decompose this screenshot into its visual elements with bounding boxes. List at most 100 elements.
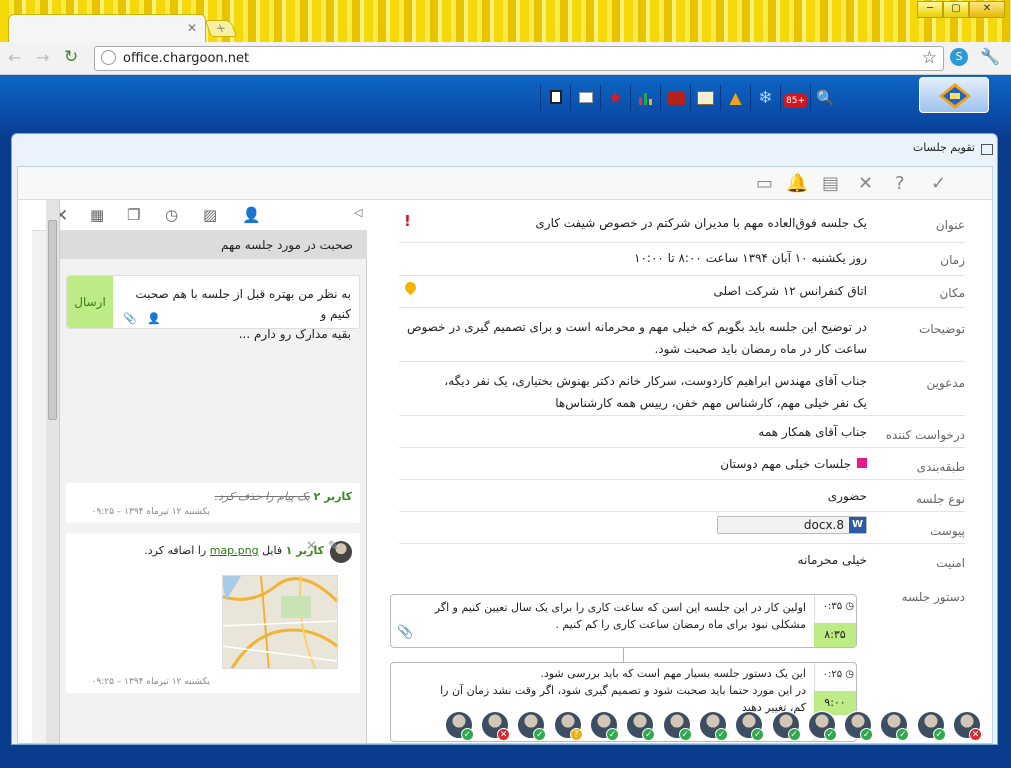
type-row: نوع جلسه حضوری [399,480,965,512]
calendar-icon[interactable]: ▦ [90,206,104,224]
agenda-item[interactable]: ◷ ۰:۳۵ ۸:۳۵ اولین کار در این جلسه این اس… [390,594,857,648]
security-value: خیلی محرمانه [797,553,867,567]
bookmark-star-icon[interactable]: ☆ [922,48,937,68]
minimize-button[interactable]: ─ [917,1,943,18]
new-tab-button[interactable]: + [204,20,238,37]
description-line: ساعت کار در ماه رمضان باید صحبت شود. [654,342,867,356]
bell-icon[interactable]: 🔔 [786,173,808,194]
attendee-avatar[interactable]: ✓ [844,711,874,741]
favorite-star-icon[interactable]: ★ [600,85,630,111]
maximize-button[interactable]: ▢ [943,1,969,18]
windows-icon[interactable] [570,85,600,111]
logout-icon[interactable] [540,85,570,111]
attendee-avatar[interactable]: ✓ [735,711,765,741]
attendee-avatar[interactable]: ✓ [880,711,910,741]
attendee-avatar[interactable]: ✓ [807,711,837,741]
attach-icon[interactable]: 📎 [397,625,413,640]
attendee-status-ok-icon: ✓ [932,728,946,741]
document-icon[interactable]: ▤ [822,173,839,194]
clock-icon: ◷ [845,669,854,680]
mention-user-icon[interactable]: 👤 [147,312,161,325]
attendee-avatar[interactable]: ? [553,711,583,741]
agenda-label: دستور جلسه [901,590,965,604]
agenda-text: مشکلی نبود برای ماه رمضان ساعت کاری را ک… [555,618,806,631]
delete-icon[interactable]: ✕ [306,539,317,554]
attendee-avatar[interactable]: ✓ [662,711,692,741]
attendee-avatar[interactable]: ✓ [517,711,547,741]
attendee-avatar[interactable]: ✓ [444,711,474,741]
invitees-line: جناب آقای مهندس ابراهیم کاردوست، سرکار خ… [444,374,867,388]
message-text: را اضافه کرد. [144,544,207,557]
search-icon[interactable]: 🔍 [810,85,840,111]
time-value: روز یکشنبه ۱۰ آبان ۱۳۹۴ ساعت ۸:۰۰ تا ۱۰:… [634,251,867,265]
map-image[interactable] [222,575,338,669]
attachment-row: پیوست W docx.8 [399,512,965,544]
time-row: زمان روز یکشنبه ۱۰ آبان ۱۳۹۴ ساعت ۸:۰۰ ت… [399,243,965,276]
message-user[interactable]: کاربر ۱ [286,544,324,557]
contacts-book-icon[interactable] [690,85,720,111]
message-text: یک پیام را حذف کرد. [214,490,311,503]
attendee-avatar[interactable]: ✓ [698,711,728,741]
meetings-window: تقویم جلسات ▭ 🔔 ▤ ✕ ? ✓ ✕ ▦ ❐ ◷ ▨ 👤 ◁ صح… [11,133,998,745]
back-arrow-icon[interactable]: ← [8,48,21,67]
attach-icon[interactable]: 📎 [123,312,137,325]
chart-icon[interactable]: ▨ [203,206,217,224]
place-value: اتاق کنفرانس ۱۲ شرکت اصلی [713,284,867,298]
meeting-action-bar: ▭ 🔔 ▤ ✕ ? ✓ [18,167,992,200]
file-link[interactable]: map.png [210,544,259,557]
collapse-icon[interactable]: ◁ [354,206,362,219]
notification-badge: 85+ [784,94,807,108]
attendee-status-invalid-icon: ✕ [969,728,982,741]
attendee-avatar[interactable]: ✓ [626,711,656,741]
compose-box[interactable]: ارسال به نظر من بهتره قبل از جلسه با هم … [66,275,360,341]
copy-icon[interactable]: ❐ [127,206,140,224]
agenda-duration: ۰:۲۵ [822,669,843,680]
send-label: ارسال [74,295,106,309]
attendee-avatar[interactable]: ✕ [481,711,511,741]
invitees-line: یک نفر خیلی مهم، کارشناس مهم خفن، رییس ه… [555,396,867,410]
chat-title: صحبت در مورد جلسه مهم [60,231,367,259]
tab-close-icon[interactable]: ✕ [187,21,197,35]
close-icon[interactable]: ✕ [858,173,873,194]
scrollbar-thumb[interactable] [48,220,57,420]
send-button[interactable]: ارسال [67,276,113,328]
invitees-row: مدعوین جناب آقای مهندس ابراهیم کاردوست، … [399,362,965,416]
attendee-status-invalid-icon: ✕ [497,728,511,741]
edit-icon[interactable]: ✎ [328,539,339,554]
description-label: توضیحات [918,322,965,336]
confirm-check-icon[interactable]: ✓ [931,173,946,194]
close-window-button[interactable]: ✕ [969,1,1005,18]
attachment-file[interactable]: W docx.8 [717,516,867,534]
help-icon[interactable]: ? [895,173,905,194]
snowflake-icon[interactable]: ❄ [750,85,780,111]
agenda-text: این یک دستور جلسه بسیار مهم است که باید … [540,667,806,680]
agenda-text: در این مورد حتما باید صحبت شود و تصمیم گ… [440,684,806,697]
new-page-icon[interactable]: ▭ [756,173,773,194]
agenda-time: ۸:۳۵ [814,623,856,647]
app-logo[interactable] [919,77,989,113]
url-text[interactable]: office.chargoon.net [123,51,249,66]
attendee-status-ok-icon: ✓ [714,728,728,741]
message-user[interactable]: کاربر ۲ [314,490,352,503]
chat-scrollbar[interactable] [46,200,60,743]
clock-icon[interactable]: ◷ [165,206,178,224]
browser-tab[interactable]: ✕ [8,14,206,42]
chart-icon[interactable] [630,85,660,111]
reload-icon[interactable]: ↻ [64,47,78,67]
extension-icon[interactable]: S [950,48,968,66]
attendee-avatar[interactable]: ✓ [916,711,946,741]
warning-icon[interactable]: ▲ [720,85,750,111]
attendee-status-ok-icon: ✓ [533,728,547,741]
forward-arrow-icon[interactable]: → [36,48,49,67]
add-user-icon[interactable]: 👤 [242,206,261,224]
message-date: یکشنبه ۱۲ تیرماه ۱۳۹۴ – ۰۹:۲۵ [91,677,210,687]
attendee-avatar[interactable]: ✓ [771,711,801,741]
attendee-avatar[interactable]: ✓ [590,711,619,741]
address-bar[interactable]: office.chargoon.net ☆ [94,46,944,71]
briefcase-icon[interactable] [660,85,690,111]
attendee-avatar[interactable]: ✕ [953,711,982,741]
notification-count-icon[interactable]: 85+ [780,85,810,111]
clock-icon: ◷ [845,601,854,612]
meeting-details-form: عنوان یک جلسه فوق‌العاده مهم با مدیران ش… [367,200,992,743]
wrench-icon[interactable]: 🔧 [980,47,1000,66]
